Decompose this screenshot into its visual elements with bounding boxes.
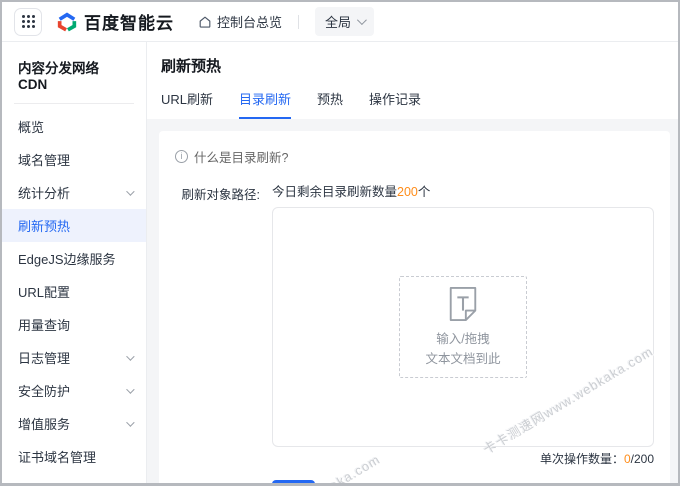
- refresh-path-field: 今日剩余目录刷新数量200个 输入/拖拽 文本文档到此 单次操作数量：0/200: [272, 181, 654, 467]
- dropzone-hint: 输入/拖拽 文本文档到此: [425, 332, 501, 366]
- help-text: 什么是目录刷新?: [194, 151, 289, 165]
- sidebar-title: 内容分发网络 CDN: [18, 61, 99, 92]
- refresh-path-label: 刷新对象路径:: [181, 188, 260, 202]
- sidebar-item-url-config[interactable]: URL配置: [2, 275, 146, 308]
- path-textarea-dropzone[interactable]: 输入/拖拽 文本文档到此: [272, 207, 654, 447]
- quota-remaining-value: 200: [397, 185, 418, 199]
- content-panel: i 什么是目录刷新? 刷新对象路径: 今日剩余目录刷新数量200个 输入/拖拽 …: [159, 131, 670, 483]
- chevron-down-icon: [126, 351, 135, 361]
- console-overview-link[interactable]: 控制台总览: [198, 12, 282, 31]
- sidebar-separator: [14, 103, 134, 104]
- console-window: 百度智能云 控制台总览 全局 内容分发网络 CDN 概览 域名管理 统计分析 刷…: [0, 0, 680, 486]
- drag-drop-target[interactable]: 输入/拖拽 文本文档到此: [399, 276, 527, 378]
- top-header: 百度智能云 控制台总览 全局: [2, 2, 678, 42]
- directory-refresh-help-link[interactable]: i 什么是目录刷新?: [175, 147, 288, 166]
- operation-counter: 单次操作数量：0/200: [539, 452, 654, 466]
- daily-quota-text: 今日剩余目录刷新数量200个: [272, 185, 431, 199]
- submit-button[interactable]: 提交: [272, 480, 316, 483]
- main-header: 刷新预热 URL刷新 目录刷新 预热 操作记录: [147, 42, 678, 119]
- region-selector[interactable]: 全局: [315, 7, 375, 36]
- sidebar-item-tools[interactable]: 工具: [2, 473, 146, 483]
- brand-name: 百度智能云: [84, 14, 174, 33]
- sidebar-item-cert-domain[interactable]: 证书域名管理: [2, 440, 146, 473]
- page-title: 刷新预热: [161, 58, 222, 75]
- sidebar-item-domain-management[interactable]: 域名管理: [2, 143, 146, 176]
- info-icon: i: [175, 150, 188, 163]
- main-area: 刷新预热 URL刷新 目录刷新 预热 操作记录 i 什么是目录刷新? 刷新对象路…: [147, 42, 678, 483]
- tab-operation-records[interactable]: 操作记录: [369, 89, 421, 119]
- tab-url-refresh[interactable]: URL刷新: [161, 89, 213, 119]
- tab-preheat[interactable]: 预热: [317, 89, 343, 119]
- console-overview-label: 控制台总览: [217, 15, 283, 30]
- header-divider: [298, 14, 300, 29]
- home-icon: [199, 16, 211, 28]
- refresh-path-form-row: 刷新对象路径: 今日剩余目录刷新数量200个 输入/拖拽 文本文档到此 单次操作…: [175, 181, 654, 467]
- chevron-down-icon: [126, 417, 135, 427]
- sidebar-item-value-added[interactable]: 增值服务: [2, 407, 146, 440]
- chevron-down-icon: [126, 186, 135, 196]
- sidebar-item-log-management[interactable]: 日志管理: [2, 341, 146, 374]
- sidebar-item-edgejs[interactable]: EdgeJS边缘服务: [2, 242, 146, 275]
- region-selector-label: 全局: [325, 15, 352, 30]
- sidebar-item-security[interactable]: 安全防护: [2, 374, 146, 407]
- text-document-icon: [449, 287, 477, 322]
- sidebar-item-usage-query[interactable]: 用量查询: [2, 308, 146, 341]
- chevron-down-icon: [126, 384, 135, 394]
- counter-current-value: 0: [623, 452, 631, 466]
- baidu-cloud-logo-icon: [57, 12, 77, 31]
- app-launcher-button[interactable]: [14, 7, 42, 36]
- tab-bar: URL刷新 目录刷新 预热 操作记录: [161, 89, 662, 119]
- tab-directory-refresh[interactable]: 目录刷新: [239, 89, 292, 119]
- sidebar-item-statistics[interactable]: 统计分析: [2, 176, 146, 209]
- grid-icon: [21, 15, 35, 28]
- sidebar: 内容分发网络 CDN 概览 域名管理 统计分析 刷新预热 EdgeJS边缘服务 …: [2, 42, 147, 483]
- sidebar-item-overview[interactable]: 概览: [2, 110, 146, 143]
- brand-logo-link[interactable]: 百度智能云: [56, 9, 174, 34]
- sidebar-item-refresh-preheat[interactable]: 刷新预热: [2, 209, 146, 242]
- chevron-down-icon: [356, 15, 367, 26]
